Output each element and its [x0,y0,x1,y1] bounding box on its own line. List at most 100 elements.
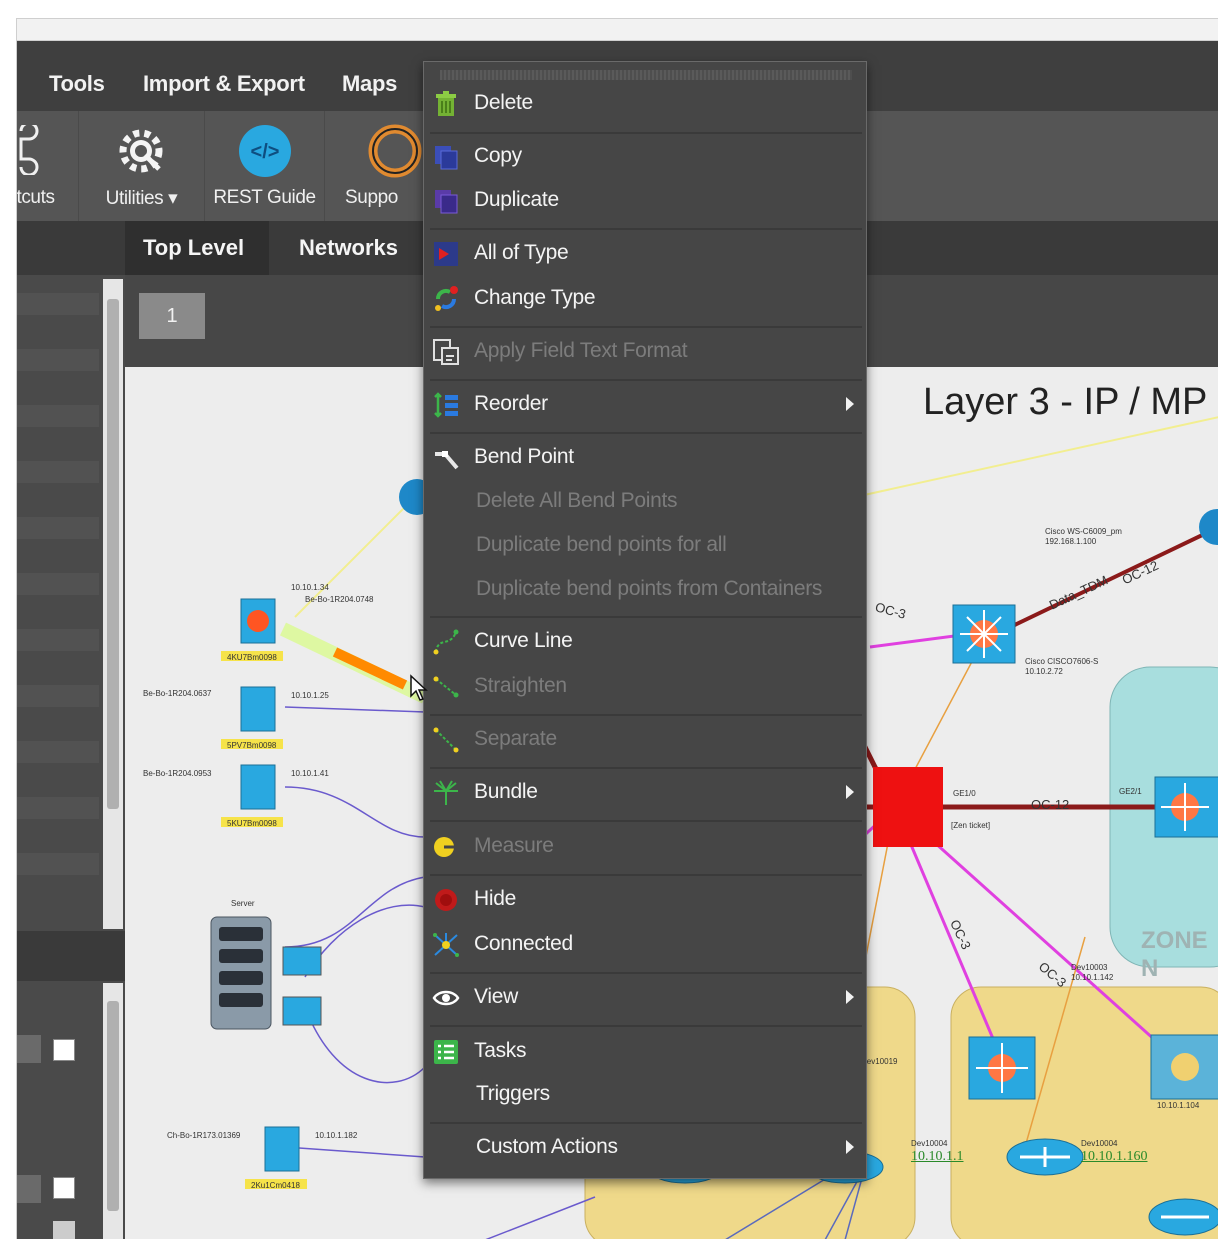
tasks-icon [434,1040,458,1064]
device-icon[interactable] [245,1126,307,1189]
device-icon[interactable] [221,764,283,827]
cisco-switch-icon[interactable] [1154,776,1218,838]
menu-separator [430,326,862,328]
utilities-label: Utilities ▾ [105,188,178,209]
device-tag: 2Ku1Cm0418 [251,1181,300,1190]
list-row[interactable] [17,517,99,539]
menu-item-triggers[interactable]: Triggers [424,1075,868,1115]
menu-item-custom-actions[interactable]: Custom Actions [424,1128,868,1168]
menu-item-label: Change Type [474,286,596,309]
node-sphere[interactable] [1199,509,1218,545]
network-link[interactable] [284,706,426,713]
list-row[interactable] [17,853,99,875]
checkbox[interactable] [53,1039,75,1061]
application-window: Tools Import & Export Maps tcuts Utiliti… [16,18,1218,1239]
network-link[interactable] [304,904,426,978]
menu-item-label: Bend Point [474,445,574,468]
zone-label: ZONE N [1141,927,1208,982]
menu-item-bundle[interactable]: Bundle [424,773,868,813]
device-label: Be-Bo-1R204.0637 [143,689,212,698]
change-type-icon [435,286,458,311]
menu-item-label: Reorder [474,392,548,415]
support-button[interactable]: Suppo [325,111,422,221]
field-button[interactable] [17,1035,41,1063]
device-icon[interactable] [221,598,283,661]
list-row[interactable] [17,685,99,707]
cisco-switch-icon[interactable] [1150,1034,1218,1100]
utilities-button[interactable]: Utilities ▾ [79,111,205,221]
shortcuts-button[interactable]: tcuts [17,111,79,221]
network-link[interactable] [284,786,426,838]
context-menu-grip[interactable] [440,70,852,80]
list-row[interactable] [17,293,99,315]
menu-item-view[interactable]: View [424,978,868,1018]
left-scrollbar-top[interactable] [103,279,123,929]
menu-item-hide[interactable]: Hide [424,880,868,920]
menu-item-label: Custom Actions [476,1135,618,1158]
selected-link[interactable] [332,647,408,690]
list-row[interactable] [17,349,99,371]
menu-item-connected[interactable]: Connected [424,925,868,965]
device-label: 10.10.1.41 [291,769,329,778]
scrollbar-thumb[interactable] [107,299,119,809]
menu-item-label: View [474,985,518,1008]
network-link[interactable] [284,1146,426,1158]
network-link[interactable] [304,1006,426,1084]
menu-import-export[interactable]: Import & Export [143,71,305,97]
menu-item-separate: Separate [424,720,868,760]
menu-item-tasks[interactable]: Tasks [424,1032,868,1072]
network-link[interactable] [284,876,426,948]
submenu-arrow-icon [846,785,854,799]
device-ip-link[interactable]: 10.10.1.160 [1081,1149,1148,1165]
network-link[interactable] [485,1196,596,1239]
tab-top-level[interactable]: Top Level [143,235,244,261]
menu-maps[interactable]: Maps [342,71,397,97]
menu-tools[interactable]: Tools [49,71,105,97]
device-ip-link[interactable]: 10.10.1.1 [911,1149,964,1165]
menu-item-label: Copy [474,144,522,167]
submenu-arrow-icon [846,397,854,411]
submenu-arrow-icon [846,1140,854,1154]
list-row[interactable] [17,797,99,819]
rest-guide-label: REST Guide [213,187,316,208]
scrollbar-thumb[interactable] [107,1001,119,1211]
device-label: 10.10.1.142 [1071,973,1114,982]
list-row[interactable] [17,405,99,427]
menu-separator [430,1122,862,1124]
network-link[interactable] [999,525,1218,634]
page-1-button[interactable]: 1 [139,293,205,339]
rest-code-icon: </> [239,125,291,177]
list-row[interactable] [17,741,99,763]
menu-item-change-type[interactable]: Change Type [424,279,868,319]
left-scrollbar-bottom[interactable] [103,983,123,1239]
menu-item-delete[interactable]: Delete [424,84,868,124]
menu-item-label: Straighten [474,674,567,697]
menu-separator [430,379,862,381]
checkbox[interactable] [53,1177,75,1199]
menu-item-bend-point[interactable]: Bend Point [424,438,868,478]
menu-separator [430,714,862,716]
menu-item-all-of-type[interactable]: All of Type [424,234,868,274]
tab-networks[interactable]: Networks [299,235,398,261]
device-icon[interactable] [221,686,283,749]
checkbox[interactable] [53,1221,75,1239]
network-link[interactable] [854,416,1218,498]
menu-item-duplicate[interactable]: Duplicate [424,181,868,221]
router-icon[interactable] [1148,1198,1218,1236]
menu-item-reorder[interactable]: Reorder [424,385,868,425]
list-row[interactable] [17,573,99,595]
server-icon[interactable] [210,916,322,1030]
straighten-icon [433,676,459,698]
menu-item-copy[interactable]: Copy [424,137,868,177]
device-label: Be-Bo-1R204.0953 [143,769,212,778]
menu-item-curve-line[interactable]: Curve Line [424,622,868,662]
cisco-switch-icon[interactable] [952,604,1016,664]
field-button[interactable] [17,1175,41,1203]
rest-guide-button[interactable]: </> REST Guide [205,111,325,221]
router-node[interactable] [873,767,943,847]
top-strip [17,19,1218,41]
list-row[interactable] [17,461,99,483]
list-row[interactable] [17,629,99,651]
router-icon[interactable] [1006,1138,1084,1176]
cisco-switch-icon[interactable] [968,1036,1036,1100]
